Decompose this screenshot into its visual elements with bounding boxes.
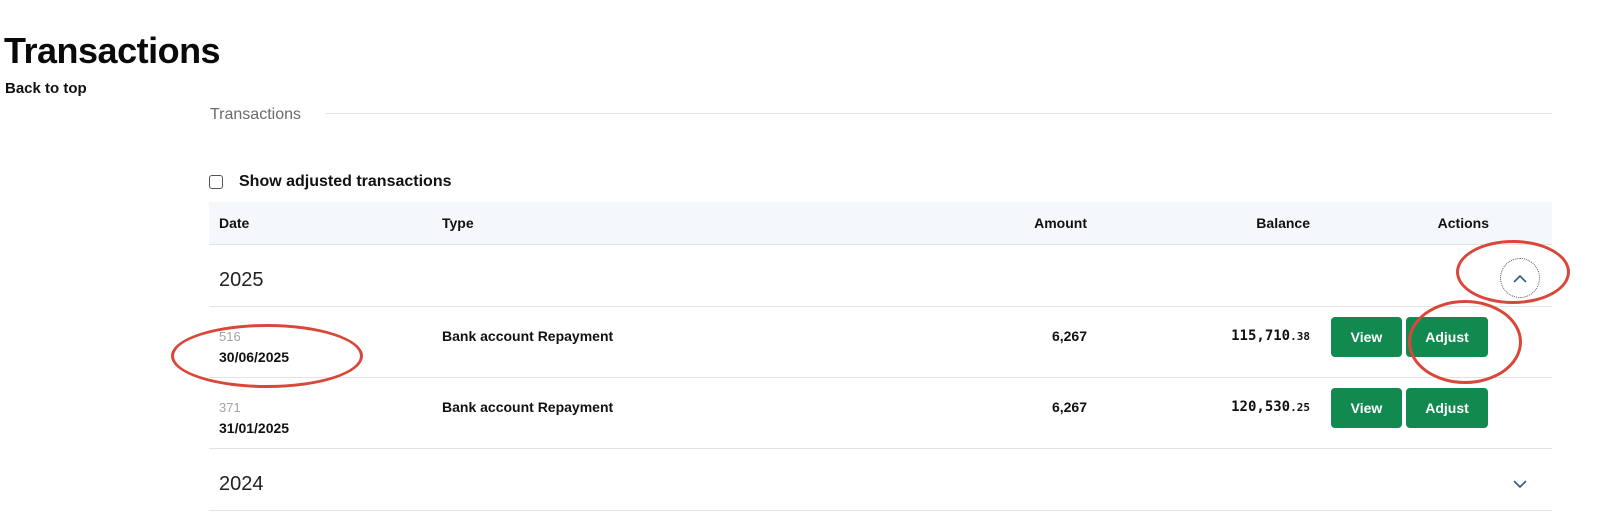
- page-title: Transactions: [4, 30, 221, 71]
- show-adjusted-label: Show adjusted transactions: [239, 173, 452, 190]
- transaction-id: 516: [219, 329, 241, 344]
- transaction-type: Bank account Repayment: [442, 328, 614, 344]
- view-button[interactable]: View: [1331, 388, 1402, 428]
- section-divider: [326, 113, 1552, 114]
- chevron-up-icon: [1513, 274, 1527, 282]
- transaction-id: 371: [219, 400, 241, 415]
- year-group-header[interactable]: 2024: [209, 449, 1552, 511]
- column-header-date: Date: [219, 215, 250, 231]
- transaction-balance: 120,530.25: [1231, 399, 1310, 415]
- column-header-amount: Amount: [1034, 215, 1087, 231]
- balance-whole: 120,530: [1231, 399, 1291, 415]
- balance-cents: .38: [1290, 330, 1310, 343]
- adjust-button[interactable]: Adjust: [1406, 388, 1488, 428]
- balance-cents: .25: [1290, 401, 1310, 414]
- balance-whole: 115,710: [1231, 328, 1291, 344]
- table-row: 516 30/06/2025 Bank account Repayment 6,…: [209, 307, 1552, 378]
- transactions-table: Date Type Amount Balance Actions 2025 51…: [209, 202, 1552, 511]
- transaction-type: Bank account Repayment: [442, 399, 614, 415]
- show-adjusted-toggle[interactable]: Show adjusted transactions: [209, 173, 451, 191]
- column-header-actions: Actions: [1437, 215, 1489, 231]
- adjust-button[interactable]: Adjust: [1406, 317, 1488, 357]
- year-collapse-button[interactable]: [1500, 258, 1540, 298]
- table-row: 371 31/01/2025 Bank account Repayment 6,…: [209, 378, 1552, 449]
- year-group-header[interactable]: 2025: [209, 245, 1552, 307]
- table-header: Date Type Amount Balance Actions: [209, 202, 1552, 245]
- year-expand-button[interactable]: [1500, 464, 1540, 504]
- back-to-top-link[interactable]: Back to top: [5, 80, 87, 97]
- column-header-type: Type: [442, 215, 474, 231]
- transaction-balance: 115,710.38: [1231, 328, 1310, 344]
- year-label: 2025: [219, 269, 264, 291]
- transaction-date: 31/01/2025: [219, 420, 290, 436]
- column-header-balance: Balance: [1256, 215, 1310, 231]
- show-adjusted-checkbox[interactable]: [209, 175, 223, 189]
- chevron-down-icon: [1513, 480, 1527, 488]
- transaction-amount: 6,267: [1051, 328, 1087, 344]
- section-label: Transactions: [210, 106, 301, 123]
- transaction-date: 30/06/2025: [219, 349, 290, 365]
- year-label: 2024: [219, 473, 264, 495]
- transaction-amount: 6,267: [1051, 399, 1087, 415]
- view-button[interactable]: View: [1331, 317, 1402, 357]
